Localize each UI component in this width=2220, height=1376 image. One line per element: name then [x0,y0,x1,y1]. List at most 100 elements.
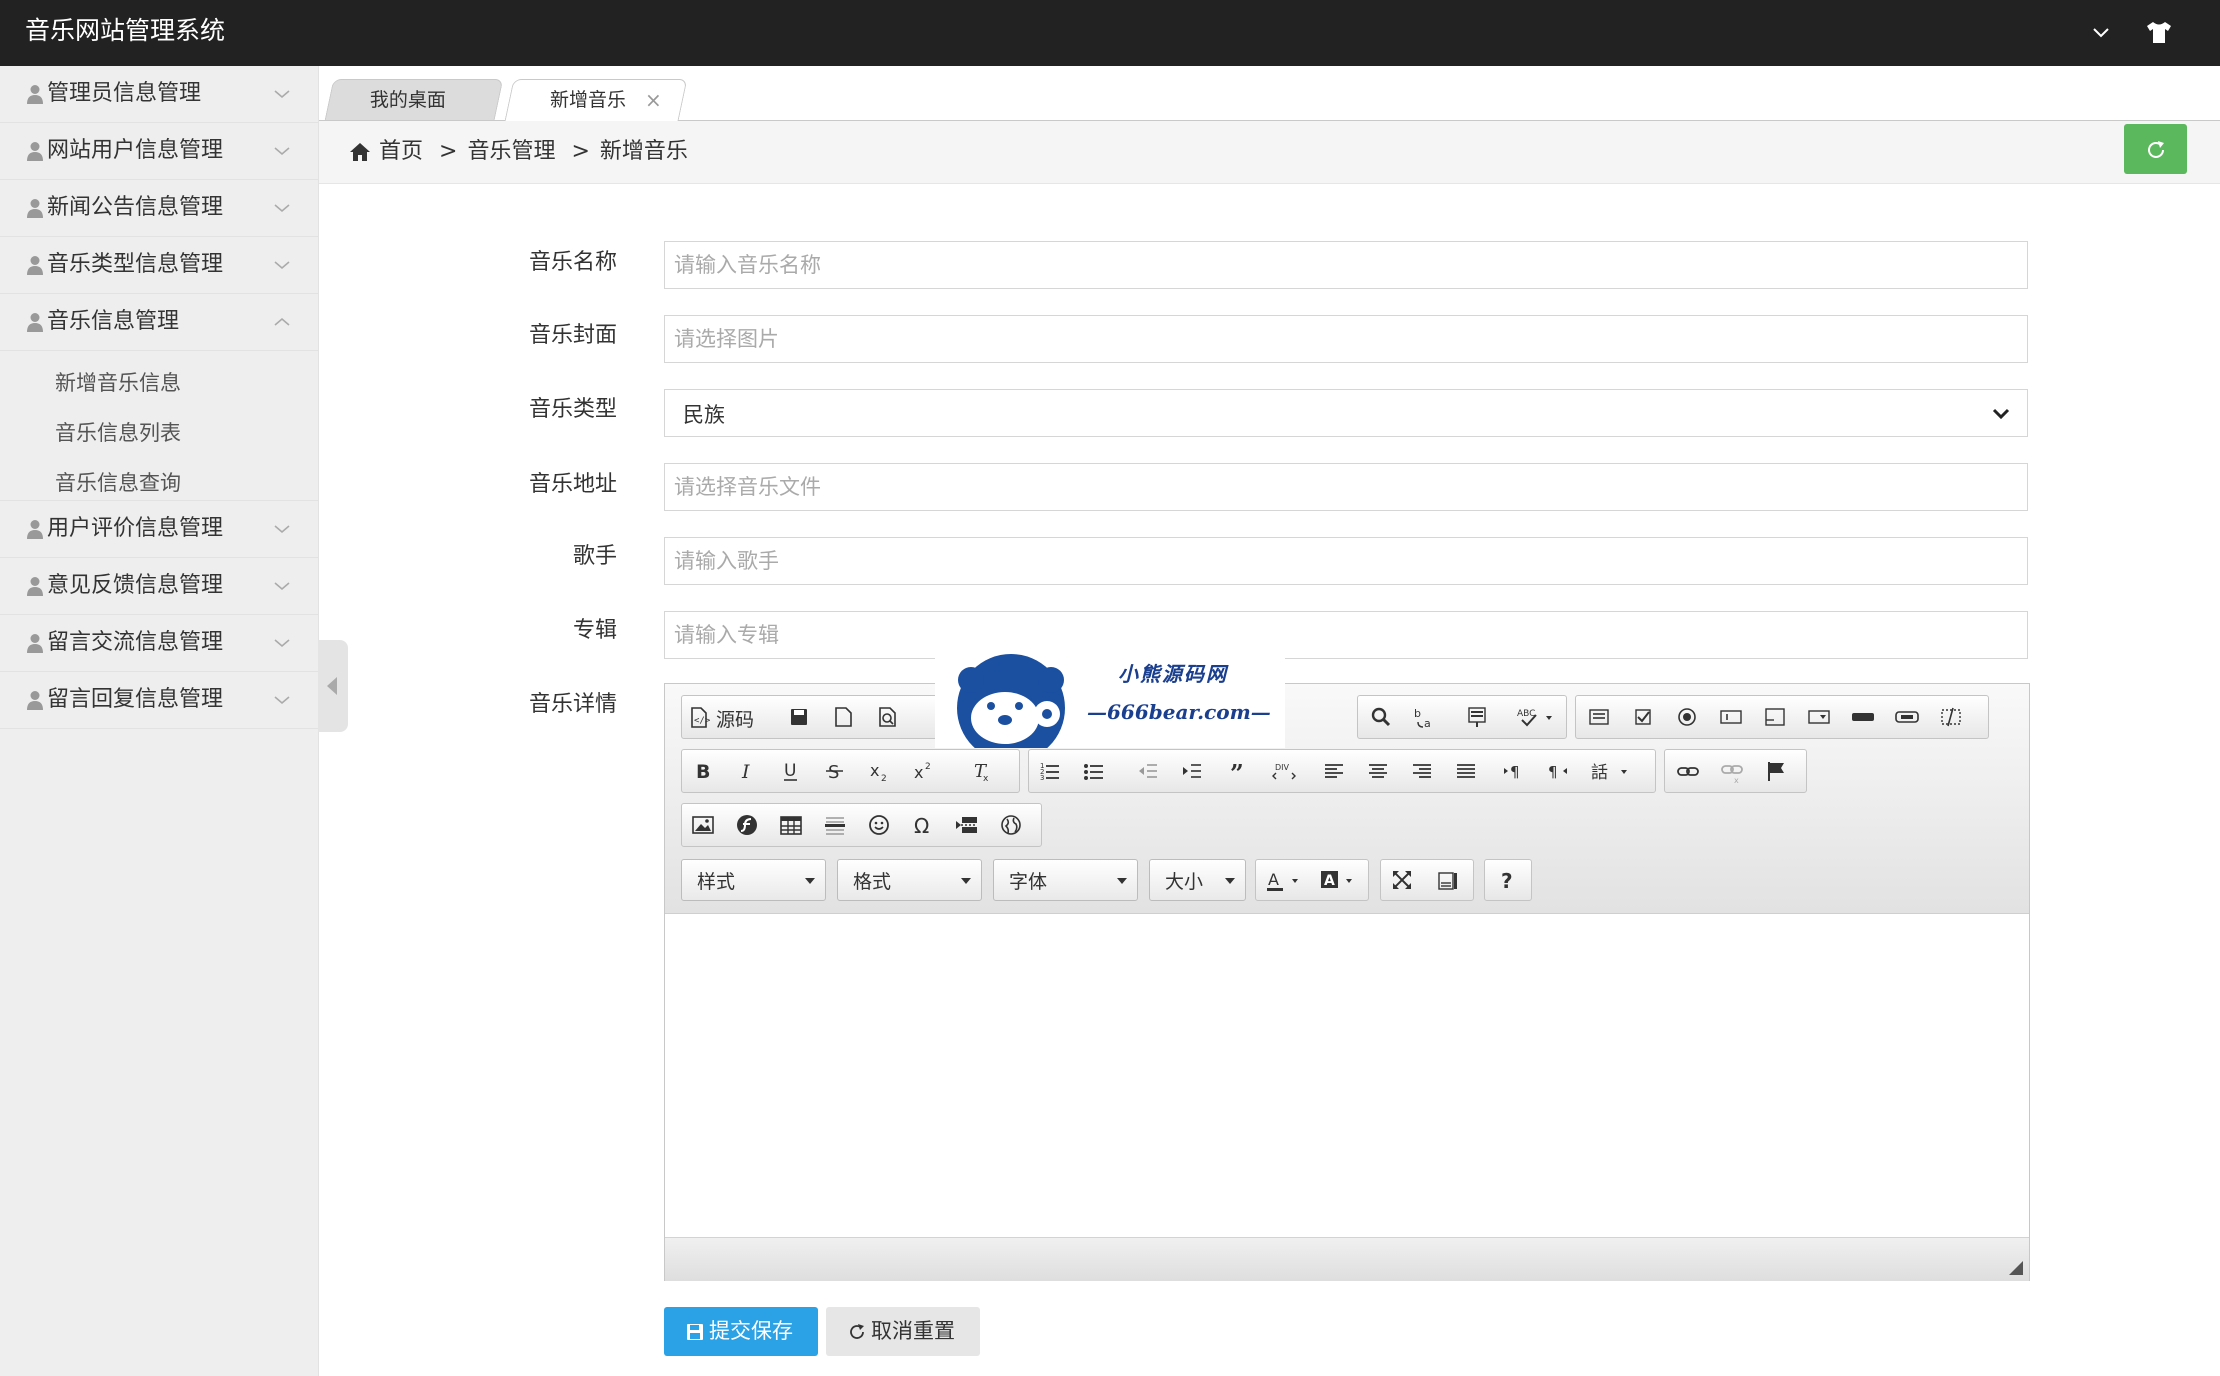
breadcrumb: 首页 > 音乐管理 > 新增音乐 [349,137,688,167]
refresh-button[interactable] [2124,124,2187,174]
music-cover-input[interactable] [664,315,2028,363]
smiley-icon[interactable] [864,810,894,840]
tab-add-music[interactable]: 新增音乐 × [504,79,688,121]
sidebar: 管理员信息管理 网站用户信息管理 新闻公告信息管理 音乐类型信息管理 音乐信息管… [0,66,319,1376]
find-icon[interactable] [1366,702,1396,732]
blockquote-icon[interactable]: ” [1225,756,1255,788]
singer-input[interactable] [664,537,2028,585]
breadcrumb-separator: > [439,139,458,164]
language-icon[interactable]: 話 [1587,756,1639,786]
link-icon[interactable] [1673,756,1703,786]
iframe-globe-icon[interactable] [996,810,1026,840]
chevron-down-icon [274,90,290,99]
div-container-icon[interactable]: DIV [1269,756,1299,786]
submit-save-button[interactable]: 提交保存 [664,1307,818,1356]
new-page-icon[interactable] [828,702,858,732]
font-combo[interactable]: 字体 [993,859,1138,901]
sidebar-item-music-types[interactable]: 音乐类型信息管理 [0,237,318,294]
chevron-down-icon[interactable] [2086,18,2116,48]
music-type-label: 音乐类型 [528,397,617,422]
sidebar-subitem-music-list[interactable]: 音乐信息列表 [0,415,318,465]
background-color-icon[interactable]: A [1316,865,1362,895]
checkbox-icon[interactable] [1628,702,1658,732]
user-icon [27,577,43,596]
editor-content-area[interactable] [665,914,2029,1238]
sidebar-item-admin[interactable]: 管理员信息管理 [0,66,318,123]
page-break-icon[interactable] [952,810,982,840]
tab-desktop[interactable]: 我的桌面 [324,79,504,120]
save-icon[interactable] [784,702,814,732]
indent-icon[interactable] [1177,756,1207,786]
strikethrough-icon[interactable]: S [820,756,850,786]
form-icon[interactable] [1584,702,1614,732]
svg-text:DIV: DIV [1275,763,1290,772]
horizontal-rule-icon[interactable] [820,810,850,840]
bold-icon[interactable]: B [688,756,718,786]
flash-icon[interactable] [732,810,762,840]
special-char-icon[interactable]: Ω [908,810,938,840]
bulleted-list-icon[interactable] [1079,756,1109,786]
preview-icon[interactable] [872,702,902,732]
remove-format-icon[interactable]: Tx [966,756,996,786]
text-color-icon[interactable]: A [1262,865,1308,895]
sidebar-item-site-users[interactable]: 网站用户信息管理 [0,123,318,180]
unlink-icon[interactable]: x [1717,756,1747,786]
size-combo[interactable]: 大小 [1149,859,1246,901]
breadcrumb-separator: > [571,139,590,164]
align-justify-icon[interactable] [1451,756,1481,786]
table-icon[interactable] [776,810,806,840]
select-field-icon[interactable] [1804,702,1834,732]
sidebar-collapse-button[interactable] [318,640,348,732]
resize-handle-icon[interactable] [2009,1261,2023,1275]
radio-icon[interactable] [1672,702,1702,732]
sidebar-item-feedback[interactable]: 意见反馈信息管理 [0,558,318,615]
show-blocks-icon[interactable] [1433,865,1463,895]
close-icon[interactable]: × [645,80,662,120]
music-type-select[interactable]: 民族 [664,389,2028,437]
maximize-icon[interactable] [1387,865,1417,895]
numbered-list-icon[interactable]: 123 [1035,756,1065,786]
button-field-icon[interactable] [1848,702,1878,732]
sidebar-subitem-add-music[interactable]: 新增音乐信息 [0,365,318,415]
styles-combo[interactable]: 样式 [681,859,826,901]
cancel-reset-button[interactable]: 取消重置 [826,1307,980,1356]
align-left-icon[interactable] [1319,756,1349,786]
theme-shirt-icon[interactable] [2143,16,2175,48]
source-button[interactable]: </> 源码 [688,702,770,732]
svg-text:3: 3 [1040,774,1044,782]
breadcrumb-home[interactable]: 首页 [379,137,423,167]
spellcheck-icon[interactable]: ABC [1514,702,1558,732]
superscript-icon[interactable]: x2 [908,756,938,786]
music-url-input[interactable] [664,463,2028,511]
sidebar-item-reviews[interactable]: 用户评价信息管理 [0,501,318,558]
underline-icon[interactable]: U [776,756,806,786]
album-input[interactable] [664,611,2028,659]
image-button-icon[interactable] [1892,702,1922,732]
textarea-icon[interactable] [1760,702,1790,732]
text-direction-rtl-icon[interactable]: ¶ [1543,756,1573,786]
anchor-flag-icon[interactable] [1761,756,1791,786]
select-all-icon[interactable] [1462,702,1492,732]
text-direction-ltr-icon[interactable]: ¶ [1499,756,1529,786]
sidebar-item-label: 新闻公告信息管理 [47,195,224,220]
music-cover-label: 音乐封面 [528,323,617,348]
image-icon[interactable] [688,810,718,840]
format-combo[interactable]: 格式 [837,859,982,901]
help-icon[interactable]: ? [1493,865,1523,895]
sidebar-item-music[interactable]: 音乐信息管理 [0,294,318,351]
text-field-icon[interactable] [1716,702,1746,732]
music-name-input[interactable] [664,241,2028,289]
sidebar-item-messages[interactable]: 留言交流信息管理 [0,615,318,672]
align-right-icon[interactable] [1407,756,1437,786]
replace-icon[interactable]: ba [1410,702,1440,732]
sidebar-item-news[interactable]: 新闻公告信息管理 [0,180,318,237]
rich-text-editor: </> 源码 ba ABC B I U S x 2 x 2 T x 1 2 3 … [664,683,2030,1281]
outdent-icon[interactable] [1133,756,1163,786]
hidden-field-icon[interactable] [1936,702,1966,732]
subscript-icon[interactable]: x2 [864,756,894,786]
sidebar-item-replies[interactable]: 留言回复信息管理 [0,672,318,729]
caret-down-icon [805,878,815,884]
italic-icon[interactable]: I [732,756,762,786]
align-center-icon[interactable] [1363,756,1393,786]
breadcrumb-level1[interactable]: 音乐管理 [467,137,555,167]
